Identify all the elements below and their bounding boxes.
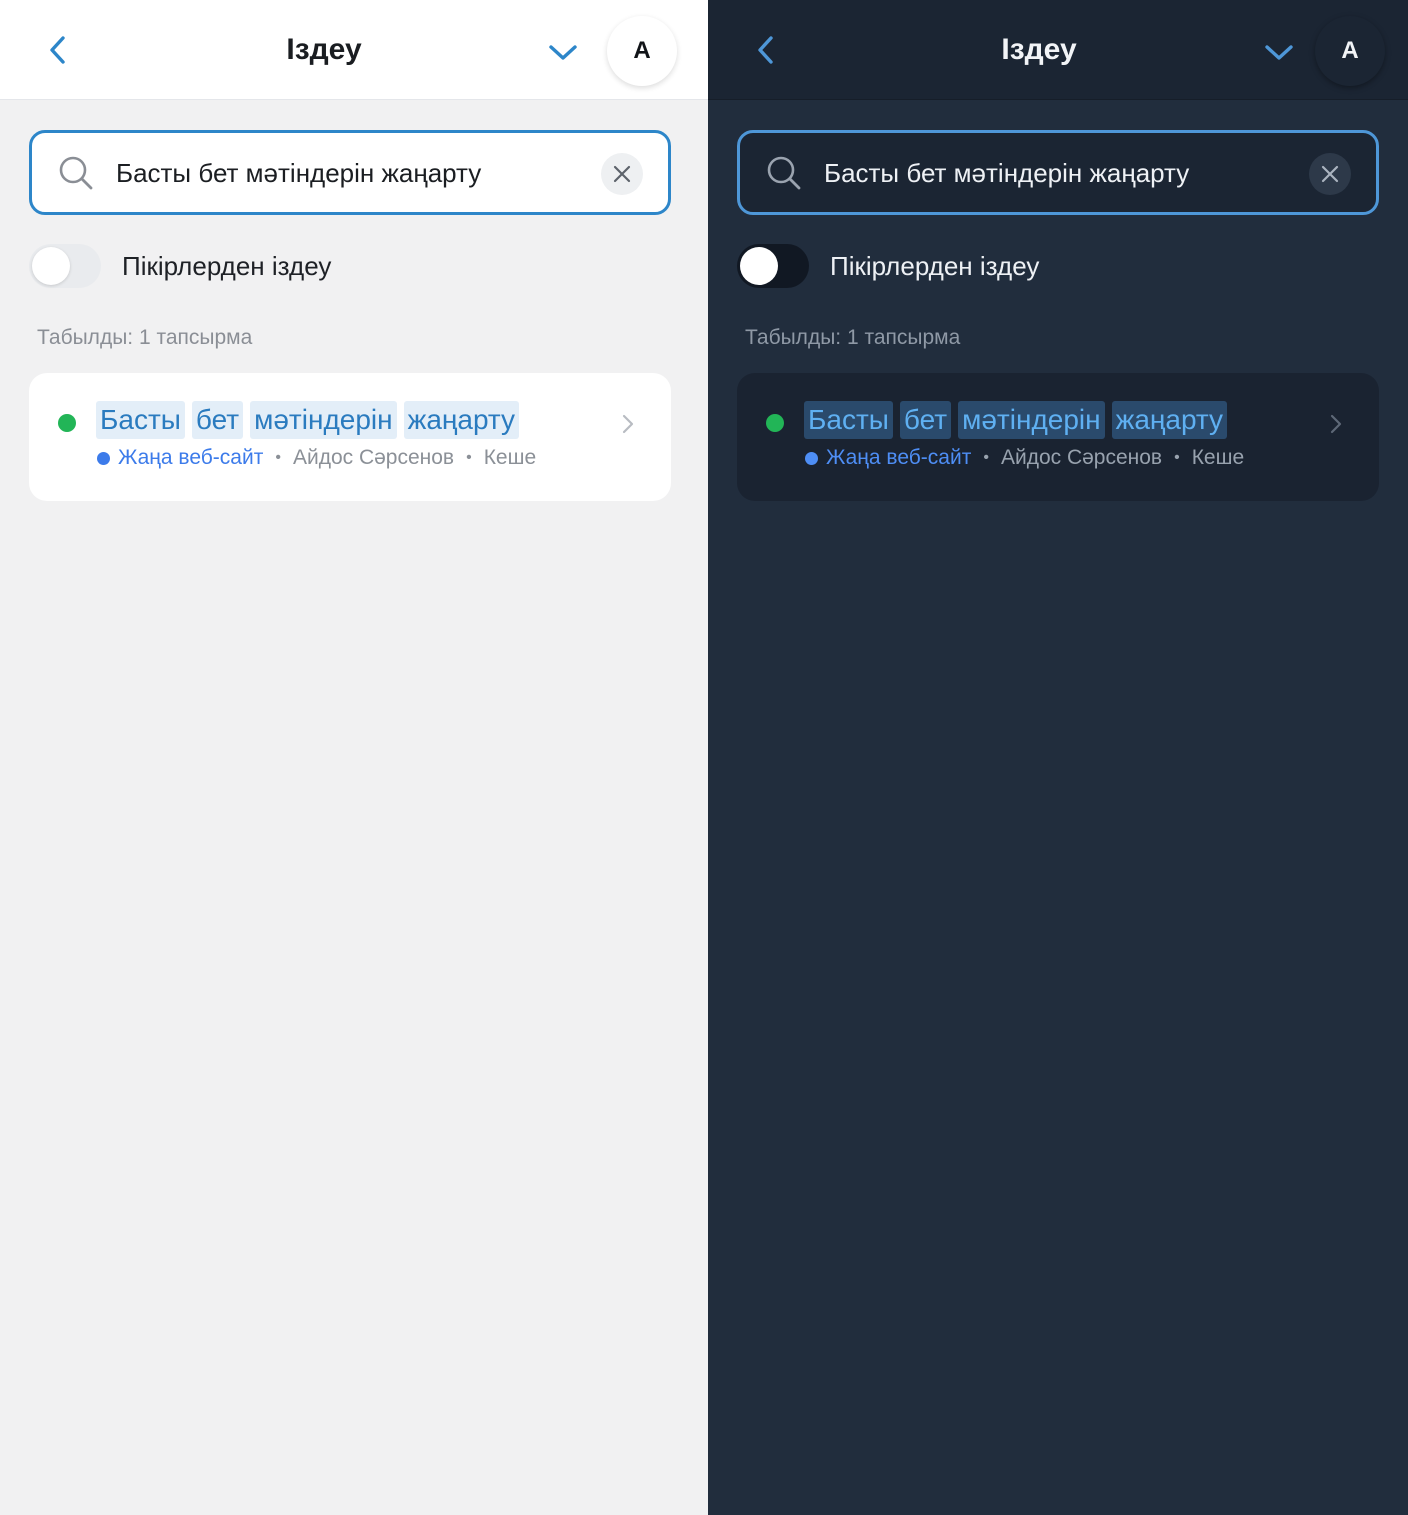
status-dot (766, 414, 784, 432)
header: Іздеу A (0, 0, 708, 100)
chevron-down-icon (549, 45, 577, 60)
highlighted-word: Басты (96, 401, 185, 439)
search-comments-row: Пікірлерден іздеу (29, 244, 331, 288)
highlighted-word: Басты (804, 401, 893, 439)
highlighted-word: жаңарту (403, 401, 520, 439)
header: Іздеу A (708, 0, 1408, 100)
assignee-name: Айдос Сәрсенов (1000, 446, 1163, 469)
task-title: Басты бет мәтіндерін жаңарту (804, 401, 1228, 439)
search-comments-row: Пікірлерден іздеу (737, 244, 1039, 288)
task-title: Басты бет мәтіндерін жаңарту (96, 401, 520, 439)
expand-button[interactable] (1257, 30, 1301, 74)
search-input[interactable] (116, 151, 586, 195)
clear-search-button[interactable] (601, 153, 643, 195)
close-icon (613, 165, 631, 183)
expand-button[interactable] (541, 30, 585, 74)
highlighted-word: мәтіндерін (250, 401, 397, 439)
meta-separator: • (275, 449, 281, 466)
project-color-dot (97, 451, 110, 465)
page-title: Іздеу (286, 33, 362, 66)
project-color-dot (805, 451, 818, 465)
toggle-knob (32, 247, 70, 285)
search-icon (59, 156, 93, 190)
dark-theme-panel: Іздеу A Пікірлерден іздеу Табылды: 1 тап… (708, 0, 1408, 1515)
assignee-name: Айдос Сәрсенов (292, 446, 455, 469)
chevron-right-icon (1330, 414, 1342, 434)
chevron-right-icon (622, 414, 634, 434)
task-meta: Жаңа веб-сайт • Айдос Сәрсенов • Кеше (805, 443, 1244, 473)
task-result-card[interactable]: Басты бет мәтіндерін жаңарту Жаңа веб-са… (737, 373, 1379, 501)
status-dot (58, 414, 76, 432)
task-meta: Жаңа веб-сайт • Айдос Сәрсенов • Кеше (97, 443, 536, 473)
toggle-knob (740, 247, 778, 285)
search-box (29, 130, 671, 215)
avatar[interactable]: A (1315, 16, 1385, 86)
toggle-label: Пікірлерден іздеу (122, 250, 332, 281)
search-comments-toggle[interactable] (29, 244, 101, 288)
highlighted-word: бет (191, 401, 244, 439)
chevron-down-icon (1265, 45, 1293, 60)
meta-separator: • (983, 449, 989, 466)
avatar[interactable]: A (607, 16, 677, 86)
search-box (737, 130, 1379, 215)
search-comments-toggle[interactable] (737, 244, 809, 288)
task-result-card[interactable]: Басты бет мәтіндерін жаңарту Жаңа веб-са… (29, 373, 671, 501)
results-count: Табылды: 1 тапсырма (745, 326, 961, 349)
page-title: Іздеу (1001, 33, 1077, 66)
highlighted-word: мәтіндерін (958, 401, 1105, 439)
meta-separator: • (1174, 449, 1180, 466)
project-name: Жаңа веб-сайт (118, 446, 264, 469)
highlighted-word: бет (899, 401, 952, 439)
search-icon (767, 156, 801, 190)
clear-search-button[interactable] (1309, 153, 1351, 195)
project-name: Жаңа веб-сайт (826, 446, 972, 469)
highlighted-word: жаңарту (1111, 401, 1228, 439)
meta-separator: • (466, 449, 472, 466)
light-theme-panel: Іздеу A Пікірлерден іздеу Табылды: 1 тап… (0, 0, 708, 1515)
due-date: Кеше (483, 446, 537, 469)
close-icon (1321, 165, 1339, 183)
toggle-label: Пікірлерден іздеу (830, 250, 1040, 281)
due-date: Кеше (1191, 446, 1245, 469)
results-count: Табылды: 1 тапсырма (37, 326, 253, 349)
search-input[interactable] (824, 151, 1294, 195)
